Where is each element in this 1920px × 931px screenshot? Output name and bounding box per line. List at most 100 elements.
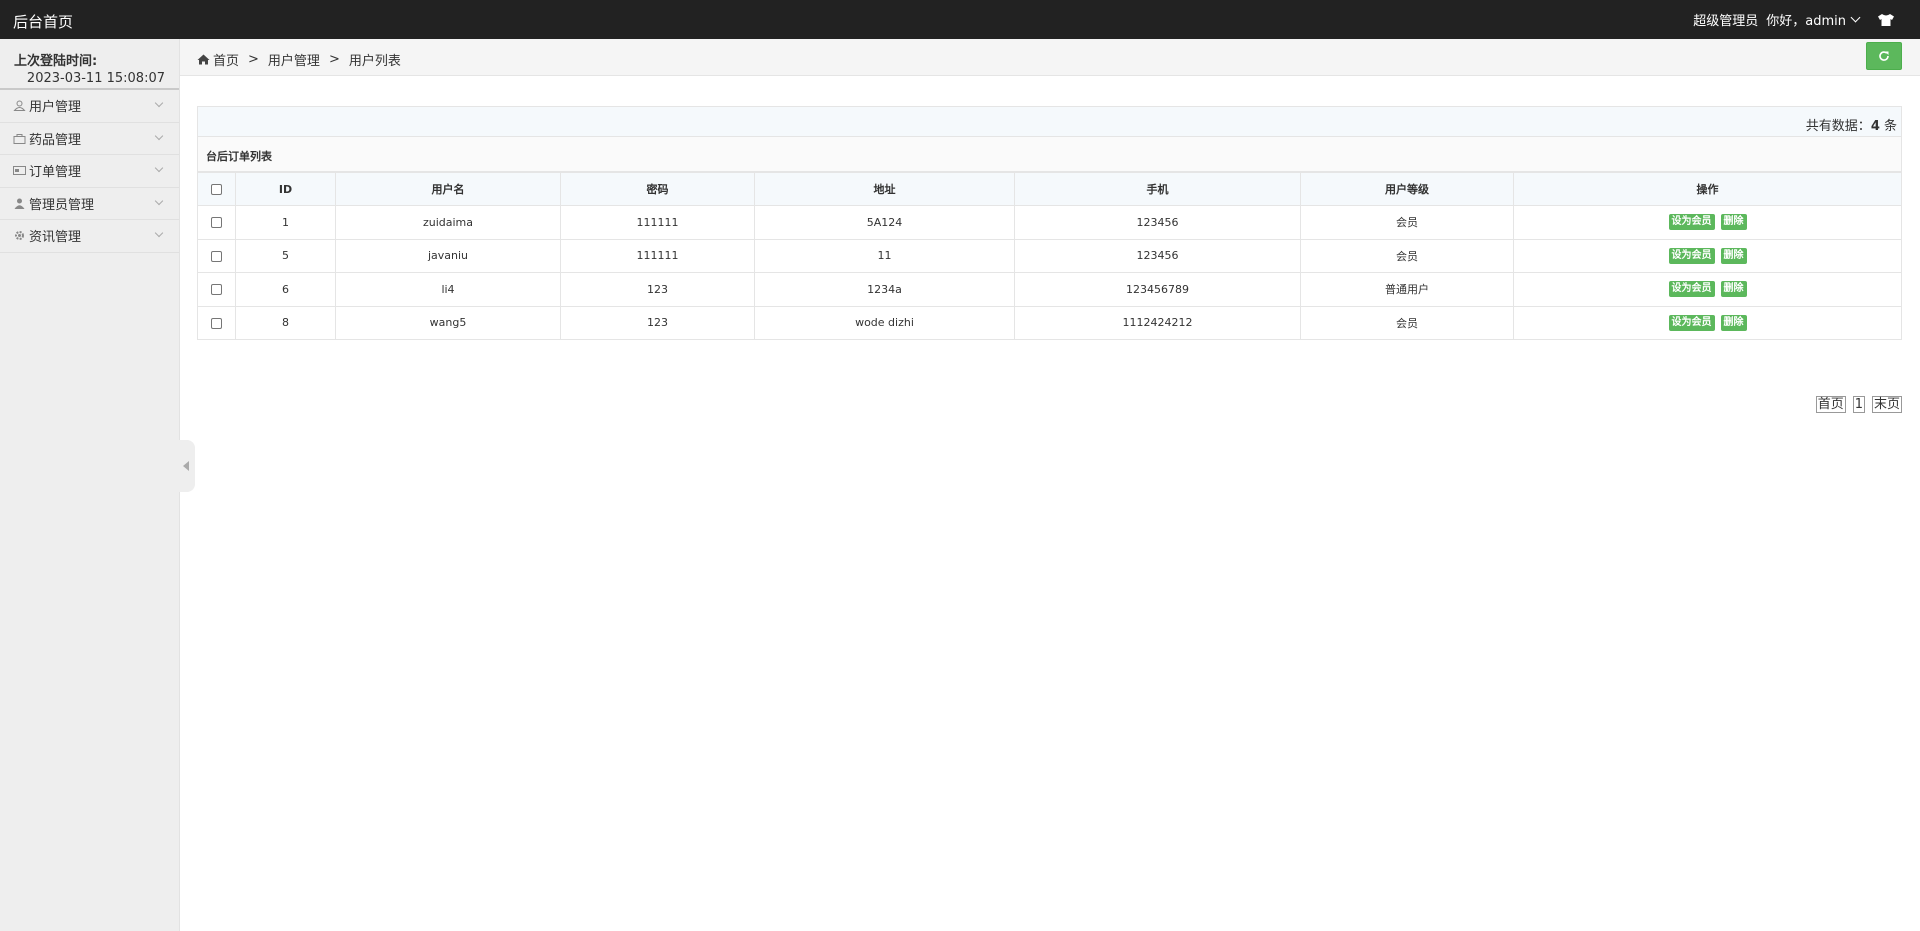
chevron-down-icon (154, 131, 164, 140)
cell-password: 111111 (560, 238, 755, 273)
select-all-cell (197, 172, 236, 206)
chevron-down-icon (154, 228, 164, 238)
user-icon (13, 100, 26, 112)
breadcrumb-user-management[interactable]: 用户管理 (268, 50, 320, 69)
row-checkbox[interactable] (211, 284, 222, 296)
cell-password: 111111 (560, 205, 755, 240)
cell-level: 会员 (1300, 305, 1514, 340)
column-header-level: 用户等级 (1300, 172, 1514, 206)
column-header-phone: 手机 (1014, 172, 1301, 206)
set-member-button[interactable]: 设为会员 (1668, 247, 1715, 264)
breadcrumb-bar: 首页 > 用户管理 > 用户列表 (180, 39, 1920, 76)
user-greeting: 你好，admin (1766, 14, 1846, 29)
set-member-button[interactable]: 设为会员 (1668, 281, 1715, 298)
cell-phone: 123456 (1014, 238, 1301, 273)
sidebar-item-label: 资讯管理 (29, 230, 82, 246)
row-checkbox[interactable] (211, 250, 222, 262)
brand-title[interactable]: 后台首页 (13, 11, 73, 32)
table-row: 1 zuidaima 111111 5A124 123456 会员 设为会员 删除 (197, 205, 1902, 240)
cell-actions: 设为会员 删除 (1513, 205, 1902, 240)
chevron-down-icon (1850, 12, 1861, 23)
cell-actions: 设为会员 删除 (1513, 238, 1902, 273)
cell-id: 5 (235, 238, 336, 273)
column-header-id: ID (235, 172, 336, 206)
record-count-value: 4 (1870, 119, 1880, 134)
first-page-link[interactable]: 首页 (1815, 396, 1846, 413)
user-menu[interactable]: 你好，admin (1766, 10, 1877, 29)
top-navbar: 后台首页 超级管理员 你好，admin (0, 0, 1920, 39)
table-row: 8 wang5 123 wode dizhi 1112424212 会员 设为会… (197, 305, 1902, 340)
chevron-down-icon (154, 163, 164, 173)
row-checkbox[interactable] (211, 217, 222, 229)
sidebar-item-news-management[interactable]: 资讯管理 (0, 220, 179, 253)
record-count-suffix: 条 (1879, 119, 1897, 134)
sidebar-item-label: 订单管理 (29, 165, 82, 181)
page-number-link[interactable]: 1 (1852, 396, 1865, 413)
row-checkbox[interactable] (211, 317, 222, 329)
cell-level: 普通用户 (1300, 272, 1514, 307)
sidebar-item-user-management[interactable]: 用户管理 (0, 90, 179, 123)
cell-username: li4 (335, 272, 561, 307)
last-login-label: 上次登陆时间: (14, 54, 98, 69)
table-header-row: ID 用户名 密码 地址 手机 用户等级 操作 (197, 172, 1902, 206)
chevron-down-icon (154, 196, 164, 205)
pagination: 首页 1 末页 (1815, 396, 1902, 413)
user-role: 超级管理员 (1693, 14, 1759, 29)
caret-left-icon (183, 461, 189, 471)
cell-address: 1234a (754, 272, 1015, 307)
set-member-button[interactable]: 设为会员 (1668, 314, 1715, 331)
sidebar-item-order-management[interactable]: 订单管理 (0, 155, 179, 188)
cell-phone: 123456789 (1014, 272, 1301, 307)
sidebar-collapse-toggle[interactable] (179, 440, 195, 492)
person-icon (14, 198, 25, 209)
refresh-icon (1879, 51, 1889, 61)
sidebar: 上次登陆时间: 2023-03-11 15:08:07 用户管理 药品管理 订单… (0, 39, 180, 931)
table-title: 台后订单列表 (197, 137, 1902, 172)
breadcrumb-separator: > (328, 52, 340, 67)
delete-button[interactable]: 删除 (1720, 214, 1747, 231)
home-icon (197, 54, 210, 65)
select-all-checkbox[interactable] (211, 184, 222, 195)
cell-address: 5A124 (754, 205, 1015, 240)
delete-button[interactable]: 删除 (1720, 314, 1747, 331)
record-count: 共有数据：4 条 (1806, 115, 1897, 134)
topbar-right: 超级管理员 你好，admin (1693, 0, 1920, 39)
cell-id: 1 (235, 205, 336, 240)
cell-password: 123 (560, 305, 755, 340)
cell-username: javaniu (335, 238, 561, 273)
sidebar-item-label: 管理员管理 (29, 197, 95, 213)
set-member-button[interactable]: 设为会员 (1668, 214, 1715, 231)
bag-icon (13, 133, 26, 144)
breadcrumb-separator: > (248, 52, 259, 67)
theme-shirt-icon[interactable] (1877, 13, 1895, 27)
last-login-box: 上次登陆时间: 2023-03-11 15:08:07 (0, 39, 179, 90)
delete-button[interactable]: 删除 (1720, 247, 1747, 264)
cell-username: wang5 (335, 305, 561, 340)
record-count-prefix: 共有数据： (1805, 119, 1871, 134)
cell-id: 6 (235, 272, 336, 307)
user-table: ID 用户名 密码 地址 手机 用户等级 操作 1 zuidaima 11111… (197, 172, 1902, 340)
summary-bar: 共有数据：4 条 (197, 106, 1902, 137)
chevron-down-icon (154, 98, 164, 108)
sidebar-item-medicine-management[interactable]: 药品管理 (0, 123, 179, 155)
cell-password: 123 (560, 272, 755, 307)
column-header-password: 密码 (560, 172, 755, 206)
last-page-link[interactable]: 末页 (1871, 396, 1902, 413)
cell-username: zuidaima (335, 205, 561, 240)
cell-phone: 1112424212 (1014, 305, 1301, 340)
breadcrumb-user-list: 用户列表 (348, 54, 401, 69)
delete-button[interactable]: 删除 (1720, 281, 1747, 298)
refresh-button[interactable] (1866, 42, 1902, 70)
cell-address: 11 (754, 238, 1015, 273)
cell-id: 8 (235, 305, 336, 340)
breadcrumb-home[interactable]: 首页 (213, 50, 239, 69)
cell-actions: 设为会员 删除 (1513, 272, 1902, 307)
sidebar-item-label: 药品管理 (29, 132, 82, 148)
user-list-panel: 共有数据：4 条 台后订单列表 ID 用户名 密码 地址 手机 用户等级 操作 … (197, 106, 1902, 340)
card-icon (13, 166, 26, 176)
table-row: 6 li4 123 1234a 123456789 普通用户 设为会员 删除 (197, 272, 1902, 307)
cell-actions: 设为会员 删除 (1513, 305, 1902, 340)
gear-icon (15, 231, 24, 241)
sidebar-item-admin-management[interactable]: 管理员管理 (0, 188, 179, 220)
cell-level: 会员 (1300, 238, 1514, 273)
